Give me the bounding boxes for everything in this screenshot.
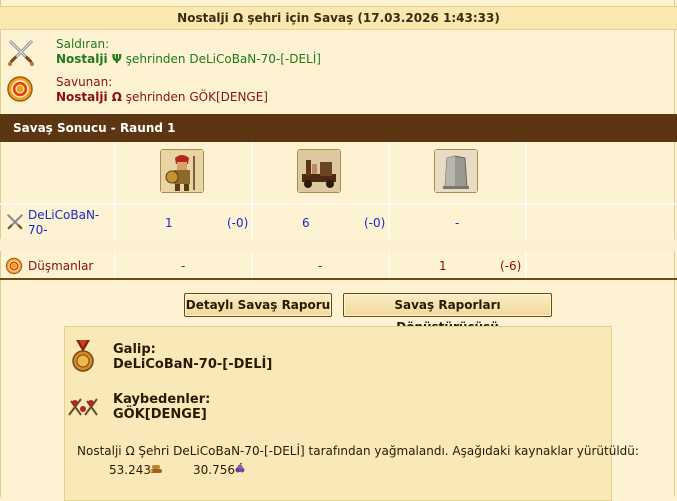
detailed-report-button[interactable]: Detaylı Savaş Raporu bbox=[184, 293, 332, 317]
defender-city-link[interactable]: Nostalji Ω bbox=[56, 90, 122, 104]
defender-origin: Nostalji Ω şehrinden GÖK[DENGE] bbox=[56, 90, 268, 104]
defender-player[interactable]: şehrinden GÖK[DENGE] bbox=[122, 90, 268, 104]
crossed-swords-icon bbox=[5, 212, 25, 235]
wine-resource-icon bbox=[233, 462, 247, 478]
column-divider bbox=[388, 142, 390, 280]
enemy-wall-loss: (-6) bbox=[500, 259, 522, 273]
hoplite-unit-icon[interactable] bbox=[160, 149, 204, 193]
wall-unit-icon[interactable] bbox=[434, 149, 478, 193]
plunder-description: Nostalji Ω Şehri DeLiCoBaN-70-[-DELİ] ta… bbox=[77, 444, 639, 458]
battle-result-header: Savaş Sonucu - Raund 1 bbox=[0, 114, 677, 142]
wine-amount: 30.756 bbox=[193, 463, 235, 477]
wood-resource-icon bbox=[149, 463, 163, 478]
attacker-catapult-loss: (-0) bbox=[364, 216, 386, 230]
attacker-origin: Nostalji Ψ şehrinden DeLiCoBaN-70-[-DELİ… bbox=[56, 52, 321, 66]
attacker-player[interactable]: şehrinden DeLiCoBaN-70-[-DELİ] bbox=[122, 52, 321, 66]
enemy-catapult-count: - bbox=[318, 259, 323, 273]
report-converter-button[interactable]: Savaş Raporları Dönüştürücüsü bbox=[343, 293, 552, 334]
losers-label: Kaybedenler: bbox=[113, 392, 211, 407]
enemy-wall-count: 1 bbox=[439, 259, 447, 273]
row-divider bbox=[0, 278, 677, 280]
defender-role-label: Savunan: bbox=[56, 75, 113, 89]
page-title: Nostalji Ω şehri için Savaş (17.03.2026 … bbox=[0, 6, 677, 30]
wood-amount: 53.243 bbox=[109, 463, 151, 477]
column-divider bbox=[525, 142, 527, 280]
medal-icon bbox=[71, 340, 95, 377]
fallen-soldiers-icon bbox=[67, 395, 99, 420]
losers-name[interactable]: GÖK[DENGE] bbox=[113, 407, 207, 422]
attacker-hoplite-count: 1 bbox=[165, 216, 173, 230]
enemy-hoplite-count: - bbox=[181, 259, 186, 273]
crossed-swords-icon bbox=[6, 37, 36, 70]
row-divider bbox=[0, 203, 677, 205]
attacker-row-name[interactable]: DeLiCoBaN-70- bbox=[28, 208, 108, 238]
battle-summary: Galip: DeLiCoBaN-70-[-DELİ] Kaybedenler:… bbox=[64, 326, 639, 501]
attacker-catapult-count: 6 bbox=[302, 216, 310, 230]
shield-target-icon bbox=[5, 257, 23, 278]
attacker-role-label: Saldıran: bbox=[56, 37, 110, 51]
defender-section: Savunan: Nostalji Ω şehrinden GÖK[DENGE] bbox=[0, 72, 677, 110]
winner-name[interactable]: DeLiCoBaN-70-[-DELİ] bbox=[113, 357, 272, 372]
column-divider bbox=[251, 142, 253, 280]
enemies-row-name: Düşmanlar bbox=[28, 259, 94, 273]
attacker-wall-count: - bbox=[455, 216, 460, 230]
attacker-hoplite-loss: (-0) bbox=[227, 216, 249, 230]
winner-label: Galip: bbox=[113, 342, 156, 357]
attacker-section: Saldıran: Nostalji Ψ şehrinden DeLiCoBaN… bbox=[0, 34, 677, 72]
catapult-unit-icon[interactable] bbox=[297, 149, 341, 193]
attacker-city-link[interactable]: Nostalji Ψ bbox=[56, 52, 122, 66]
shield-target-icon bbox=[6, 75, 34, 106]
column-divider bbox=[114, 142, 116, 280]
row-divider bbox=[0, 239, 677, 251]
